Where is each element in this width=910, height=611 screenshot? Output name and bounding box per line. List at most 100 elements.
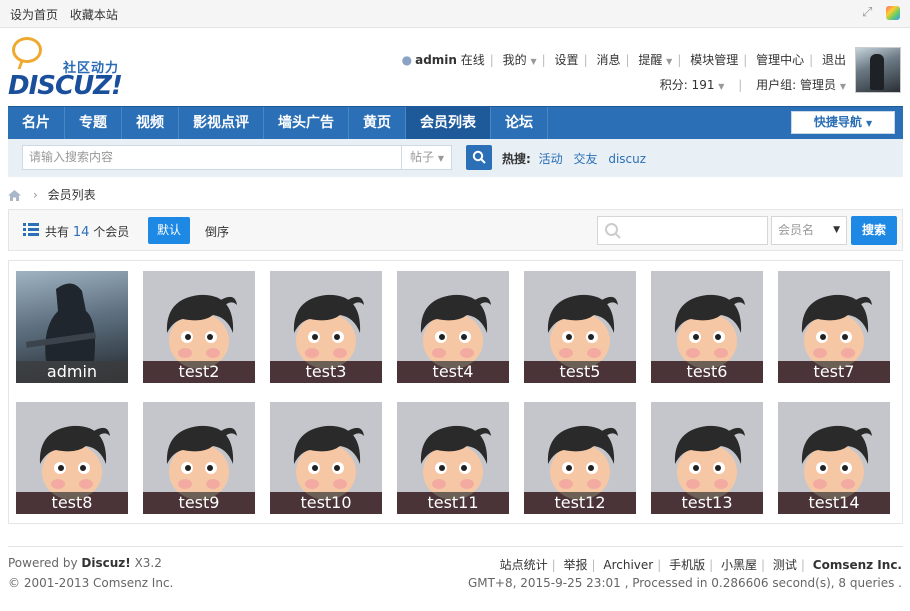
member-card[interactable]: test3 bbox=[270, 271, 382, 383]
hot-keyword[interactable]: 活动 bbox=[539, 152, 563, 166]
member-card[interactable]: test5 bbox=[524, 271, 636, 383]
member-name[interactable]: test2 bbox=[143, 361, 255, 383]
set-home-link[interactable]: 设为首页 bbox=[10, 8, 58, 22]
site-logo[interactable]: 社区动力 DISCUZ! bbox=[8, 37, 133, 101]
member-name[interactable]: test6 bbox=[651, 361, 763, 383]
member-search-input[interactable] bbox=[597, 216, 768, 245]
member-card[interactable]: test9 bbox=[143, 402, 255, 514]
member-name[interactable]: test8 bbox=[16, 492, 128, 514]
footer-link-blackroom[interactable]: 小黑屋 bbox=[721, 558, 757, 572]
member-name[interactable]: test5 bbox=[524, 361, 636, 383]
footer-link-archiver[interactable]: Archiver bbox=[603, 558, 653, 572]
member-field-select[interactable]: 会员名 ▼ bbox=[771, 216, 847, 245]
footer-links: 站点统计 | 举报 | Archiver | 手机版 | 小黑屋 | 测试 | Comsen… bbox=[499, 558, 902, 572]
nav-item-yellow-pages[interactable]: 黄页 bbox=[349, 107, 406, 140]
member-name[interactable]: admin bbox=[16, 361, 128, 383]
chevron-down-icon: ▼ bbox=[833, 225, 840, 235]
header: 社区动力 DISCUZ! ● admin 在线 | 我的 ▼ | 设置 | 消息 | 提醒… bbox=[0, 28, 910, 104]
member-name[interactable]: test13 bbox=[651, 492, 763, 514]
search-bar: 请输入搜索内容 帖子 ▼ 热搜: 活动 交友 discuz bbox=[8, 139, 903, 177]
search-input[interactable]: 请输入搜索内容 bbox=[22, 145, 402, 170]
footer-link-mobile[interactable]: 手机版 bbox=[669, 558, 705, 572]
admin-center-link[interactable]: 管理中心 bbox=[756, 53, 804, 67]
footer-divider bbox=[8, 546, 903, 547]
breadcrumb-current[interactable]: 会员列表 bbox=[48, 188, 96, 202]
online-status: 在线 bbox=[460, 53, 485, 67]
footer-link-report[interactable]: 举报 bbox=[563, 558, 587, 572]
member-search-button[interactable]: 搜索 bbox=[851, 216, 897, 245]
chevron-down-icon: ▼ bbox=[530, 57, 537, 66]
username-link[interactable]: admin bbox=[415, 53, 457, 67]
member-card[interactable]: admin bbox=[16, 271, 128, 383]
member-card[interactable]: test10 bbox=[270, 402, 382, 514]
member-card[interactable]: test6 bbox=[651, 271, 763, 383]
expand-icon[interactable]: ⤢ bbox=[860, 5, 874, 20]
member-name[interactable]: test12 bbox=[524, 492, 636, 514]
member-card[interactable]: test8 bbox=[16, 402, 128, 514]
member-name[interactable]: test11 bbox=[397, 492, 509, 514]
member-grid: admin test2 test3 test4 test5 test6 test7 test8… bbox=[8, 260, 903, 524]
member-card[interactable]: test4 bbox=[397, 271, 509, 383]
color-scheme-icon[interactable] bbox=[886, 5, 900, 20]
member-name[interactable]: test4 bbox=[397, 361, 509, 383]
member-list-toolbar: 共有 14 个会员 默认 倒序 会员名 ▼ 搜索 bbox=[8, 209, 903, 251]
footer-link-stats[interactable]: 站点统计 bbox=[500, 558, 548, 572]
search-icon bbox=[605, 223, 621, 239]
member-name[interactable]: test9 bbox=[143, 492, 255, 514]
user-bar: ● admin 在线 | 我的 ▼ | 设置 | 消息 | 提醒 ▼ | 模块管理 | 管理中… bbox=[401, 53, 846, 67]
home-icon[interactable] bbox=[8, 190, 21, 201]
points-menu[interactable]: 积分: 191 ▼ bbox=[660, 78, 725, 92]
nav-item-video[interactable]: 视频 bbox=[122, 107, 179, 140]
usergroup-menu[interactable]: 用户组: 管理员 ▼ bbox=[756, 78, 846, 92]
search-icon bbox=[472, 150, 486, 164]
hot-search: 热搜: 活动 交友 discuz bbox=[502, 150, 653, 167]
hot-search-label: 热搜: bbox=[502, 152, 531, 166]
top-links: 设为首页 收藏本站 bbox=[10, 6, 126, 23]
chevron-down-icon: ▼ bbox=[718, 82, 725, 91]
member-card[interactable]: test2 bbox=[143, 271, 255, 383]
user-stats: 积分: 191 ▼ | 用户组: 管理员 ▼ bbox=[659, 78, 846, 92]
member-card[interactable]: test14 bbox=[778, 402, 890, 514]
sort-reverse-button[interactable]: 倒序 bbox=[205, 223, 229, 240]
nav-item-card[interactable]: 名片 bbox=[8, 107, 65, 140]
chevron-down-icon: ▼ bbox=[437, 154, 444, 163]
member-name[interactable]: test7 bbox=[778, 361, 890, 383]
member-card[interactable]: test7 bbox=[778, 271, 890, 383]
logout-link[interactable]: 退出 bbox=[822, 53, 846, 67]
settings-link[interactable]: 设置 bbox=[555, 53, 579, 67]
member-name[interactable]: test3 bbox=[270, 361, 382, 383]
hot-keyword[interactable]: 交友 bbox=[573, 152, 597, 166]
discuz-link[interactable]: Discuz! bbox=[81, 556, 130, 570]
bookmark-link[interactable]: 收藏本站 bbox=[70, 8, 118, 22]
search-button[interactable] bbox=[466, 145, 492, 170]
member-count: 共有 14 个会员 bbox=[45, 225, 130, 240]
sort-default-button[interactable]: 默认 bbox=[148, 217, 190, 244]
logo-bubble-icon bbox=[12, 37, 42, 63]
notify-menu[interactable]: 提醒 ▼ bbox=[638, 53, 672, 67]
quick-nav-button[interactable]: 快捷导航 ▼ bbox=[791, 111, 895, 134]
my-menu[interactable]: 我的 ▼ bbox=[503, 53, 537, 67]
nav-item-member-list[interactable]: 会员列表 bbox=[406, 107, 491, 140]
nav-item-wall-ads[interactable]: 墙头广告 bbox=[264, 107, 349, 140]
member-name[interactable]: test14 bbox=[778, 492, 890, 514]
nav-item-topic[interactable]: 专题 bbox=[65, 107, 122, 140]
list-icon bbox=[23, 223, 39, 236]
hot-keyword[interactable]: discuz bbox=[608, 152, 646, 166]
member-card[interactable]: test12 bbox=[524, 402, 636, 514]
member-name[interactable]: test10 bbox=[270, 492, 382, 514]
messages-link[interactable]: 消息 bbox=[596, 53, 620, 67]
member-card[interactable]: test13 bbox=[651, 402, 763, 514]
nav-item-movie-review[interactable]: 影视点评 bbox=[179, 107, 264, 140]
footer-copyright: © 2001-2013 Comsenz Inc. bbox=[8, 576, 174, 590]
chevron-down-icon: ▼ bbox=[839, 82, 846, 91]
avatar[interactable] bbox=[855, 47, 901, 93]
module-manage-link[interactable]: 模块管理 bbox=[690, 53, 738, 67]
chevron-down-icon: ▼ bbox=[666, 57, 673, 66]
member-card[interactable]: test11 bbox=[397, 402, 509, 514]
chevron-down-icon: ▼ bbox=[866, 119, 873, 128]
footer-link-test[interactable]: 测试 bbox=[773, 558, 797, 572]
nav-item-forum[interactable]: 论坛 bbox=[491, 107, 548, 140]
footer-link-company[interactable]: Comsenz Inc. bbox=[813, 558, 902, 572]
search-type-select[interactable]: 帖子 ▼ bbox=[402, 145, 452, 170]
breadcrumb: › 会员列表 bbox=[8, 186, 96, 203]
